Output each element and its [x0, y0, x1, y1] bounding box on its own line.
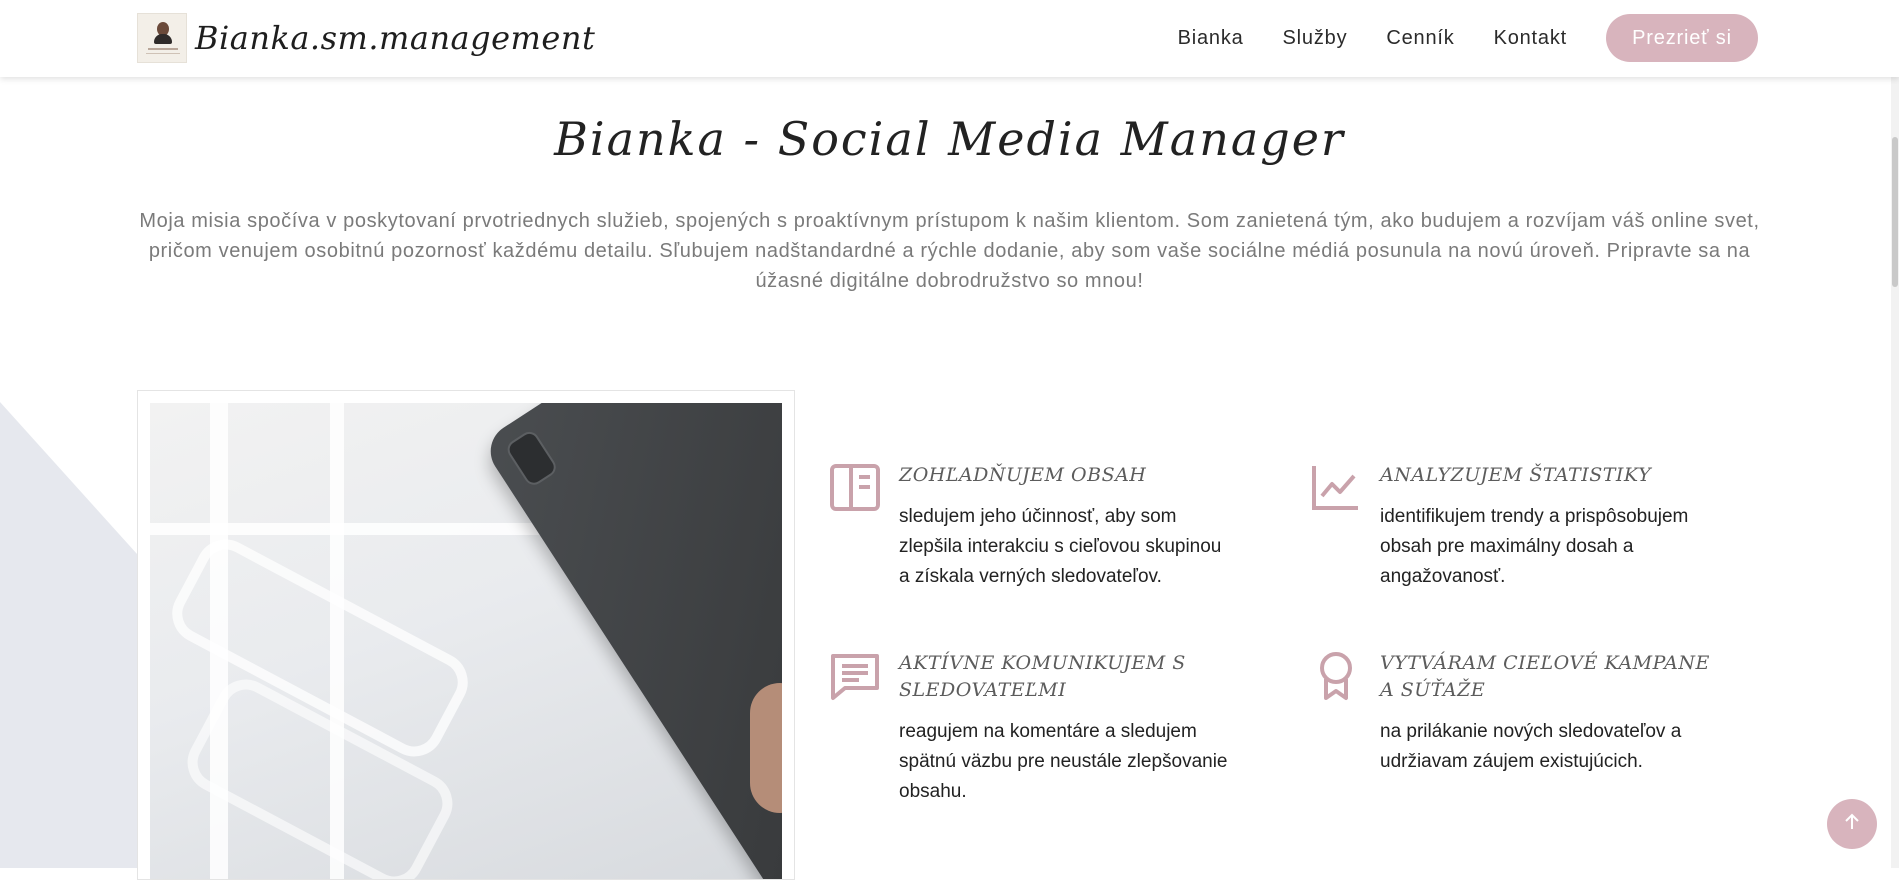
feature-text: reagujem na komentáre a sledujem spätnú …: [899, 721, 1228, 802]
image-frame: [137, 390, 795, 880]
page-title: Bianka - Social Media Manager: [554, 112, 1345, 166]
tablet-photo: [150, 403, 782, 879]
tablet: [480, 403, 782, 879]
page-scrollbar[interactable]: [1891, 77, 1899, 868]
camera-module: [503, 428, 560, 489]
feature-campaigns: VYTVÁRAM CIEĽOVÉ KAMPANE A SÚŤAŽE na pri…: [1310, 650, 1710, 810]
award-icon: [1310, 650, 1362, 702]
feature-title: VYTVÁRAM CIEĽOVÉ KAMPANE A SÚŤAŽE: [1380, 652, 1710, 701]
feature-statistics: ANALYZUJEM ŠTATISTIKY identifikujem tren…: [1310, 462, 1710, 602]
brand[interactable]: Bianka.sm.management: [137, 13, 595, 63]
nav-item-bianka[interactable]: Bianka: [1178, 27, 1244, 50]
main-nav: Bianka Služby Cenník Kontakt Prezrieť si: [1178, 14, 1758, 62]
feature-title: ANALYZUJEM ŠTATISTIKY: [1380, 464, 1652, 486]
arrow-up-icon: [1843, 813, 1861, 835]
feature-text: na prilákanie nových sledovateľov a udrž…: [1380, 721, 1682, 772]
cta-button[interactable]: Prezrieť si: [1606, 14, 1758, 62]
brand-name: Bianka.sm.management: [195, 19, 596, 57]
chat-icon: [829, 650, 881, 702]
chart-line-icon: [1310, 462, 1362, 514]
feature-text: sledujem jeho účinnosť, aby som zlepšila…: [899, 506, 1222, 587]
nav-item-sluzby[interactable]: Služby: [1283, 27, 1348, 50]
nav-item-cennik[interactable]: Cenník: [1386, 27, 1454, 50]
scroll-to-top-button[interactable]: [1827, 799, 1877, 849]
feature-text: identifikujem trendy a prispôsobujem obs…: [1380, 506, 1689, 587]
layout-icon: [829, 462, 881, 514]
brand-logo: [137, 13, 187, 63]
feature-communication: AKTÍVNE KOMUNIKUJEM S SLEDOVATEĽMI reagu…: [829, 650, 1229, 810]
site-header: Bianka.sm.management Bianka Služby Cenní…: [0, 0, 1899, 77]
feature-title: AKTÍVNE KOMUNIKUJEM S SLEDOVATEĽMI: [899, 652, 1186, 701]
feature-content: ZOHĽADŇUJEM OBSAH sledujem jeho účinnosť…: [829, 462, 1229, 602]
scrollbar-thumb[interactable]: [1892, 137, 1898, 287]
feature-title: ZOHĽADŇUJEM OBSAH: [899, 464, 1147, 486]
nav-item-kontakt[interactable]: Kontakt: [1494, 27, 1567, 50]
intro-paragraph: Moja misia spočíva v poskytovaní prvotri…: [139, 210, 1760, 292]
